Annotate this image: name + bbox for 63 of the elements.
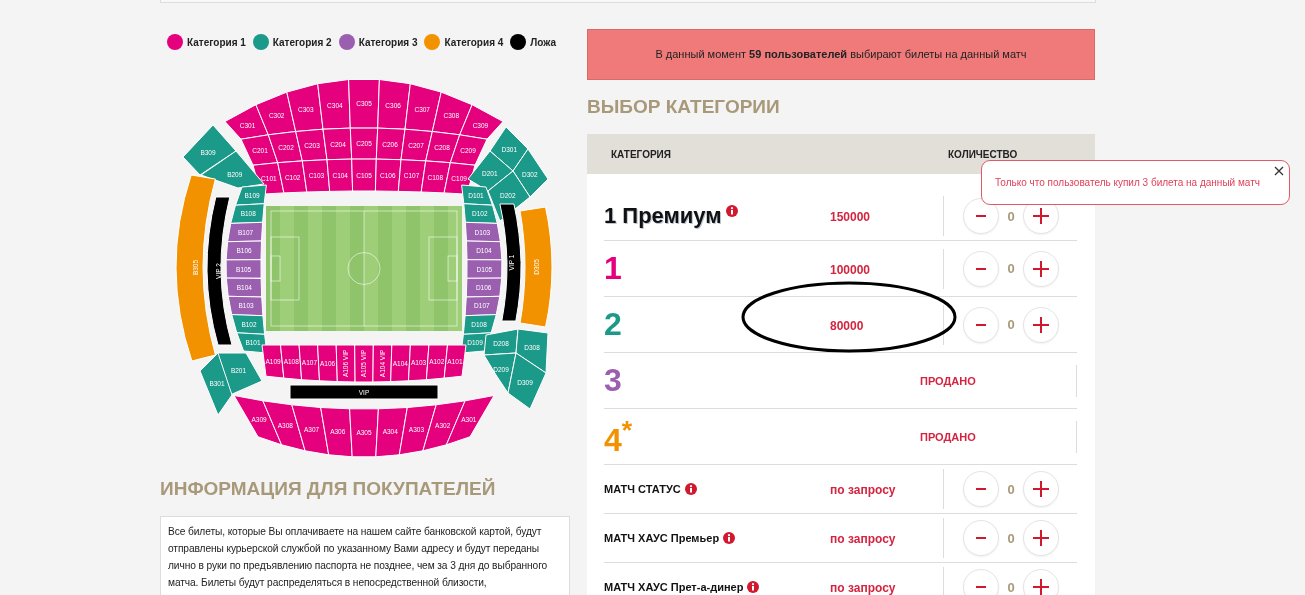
minus-icon xyxy=(976,488,986,490)
alert-banner: В данный момент 59 пользователей выбирают билеты на данный матч xyxy=(587,29,1095,80)
decrease-button[interactable] xyxy=(963,569,999,595)
status-text: ПРОДАНО xyxy=(920,374,976,387)
price-text: 150000 xyxy=(830,210,871,224)
quantity-text: 0 xyxy=(1006,481,1016,497)
legend-label: Категория 2 xyxy=(272,36,332,48)
close-icon xyxy=(1274,166,1284,176)
price-text: 80000 xyxy=(830,318,864,333)
minus-icon xyxy=(976,267,986,270)
info-icon[interactable] xyxy=(725,205,738,217)
seating-section[interactable] xyxy=(206,196,233,346)
category-name: 3 xyxy=(604,362,622,399)
category-name: 4$^{*}$ xyxy=(604,414,633,459)
increase-button[interactable] xyxy=(1023,250,1059,287)
price-text: по запросу xyxy=(830,581,896,595)
seating-section[interactable] xyxy=(499,203,522,322)
category-name: 2 xyxy=(604,306,622,343)
increase-button[interactable] xyxy=(1023,471,1059,507)
column-header: КОЛИЧЕСТВО xyxy=(948,148,1018,160)
section-heading: ИНФОРМАЦИЯ ДЛЯ ПОКУПАТЕЛЕЙ xyxy=(160,477,497,501)
price-text: по запросу xyxy=(830,532,896,546)
category-name: МАТЧ СТАТУС xyxy=(604,483,681,495)
quantity-text: 0 xyxy=(1006,530,1016,546)
price-text: 100000 xyxy=(830,262,871,277)
legend-label: Ложа xyxy=(530,36,557,48)
minus-icon xyxy=(976,323,986,326)
legend-label: Категория 1 xyxy=(187,36,246,48)
category-name: МАТЧ ХАУС Премьер xyxy=(604,532,720,544)
price-text: по запросу xyxy=(830,483,896,497)
decrease-button[interactable] xyxy=(963,198,999,234)
plus-icon xyxy=(1033,481,1049,497)
category-name: 1 xyxy=(604,250,622,287)
info-icon[interactable] xyxy=(723,532,736,544)
increase-button[interactable] xyxy=(1023,306,1059,343)
section-heading: ВЫБОР КАТЕГОРИИ xyxy=(587,95,781,119)
category-name: МАТЧ ХАУС Прет-а-динер xyxy=(604,581,744,593)
notification-text: Только что пользователь купил 3 билета на данный матч xyxy=(995,177,1260,188)
plus-icon xyxy=(1033,316,1049,333)
column-header: КАТЕГОРИЯ xyxy=(611,148,672,160)
minus-icon xyxy=(976,586,986,588)
plus-icon xyxy=(1033,260,1049,277)
legend-label: Категория 4 xyxy=(444,36,504,48)
info-icon[interactable] xyxy=(747,581,760,593)
info-text: Все билеты, которые Вы оплачиваете на нашем сайте банковской картой, будут отправлены курьерской службой по указанному Вами адресу и будут переданы лично в руки по предъявлению паспорта не позднее, чем за 3 дня до выбранного матча. Билеты будут распределяться в непосредственной близости, xyxy=(168,525,549,590)
minus-icon xyxy=(976,537,986,539)
plus-icon xyxy=(1033,579,1049,595)
quantity-text: 0 xyxy=(1006,261,1016,276)
minus-icon xyxy=(976,215,986,217)
seating-section[interactable] xyxy=(175,174,216,362)
seating-section[interactable] xyxy=(289,384,439,400)
close-button[interactable] xyxy=(1272,164,1286,178)
quantity-text: 0 xyxy=(1006,317,1016,332)
status-text: ПРОДАНО xyxy=(920,430,976,443)
category-name: 1 Премиум xyxy=(604,203,722,229)
legend-label: Категория 3 xyxy=(358,36,418,48)
increase-button[interactable] xyxy=(1023,569,1059,595)
increase-button[interactable] xyxy=(1023,520,1059,556)
plus-icon xyxy=(1033,530,1049,546)
quantity-text: 0 xyxy=(1006,208,1016,224)
quantity-text: 0 xyxy=(1006,579,1016,595)
plus-icon xyxy=(1033,208,1049,224)
info-icon[interactable] xyxy=(684,483,697,495)
